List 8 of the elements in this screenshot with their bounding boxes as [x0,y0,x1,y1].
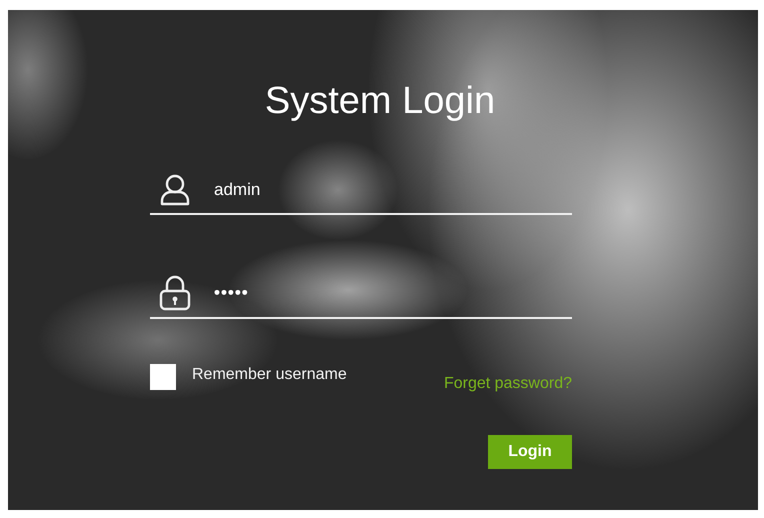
username-field[interactable]: admin [150,173,572,215]
password-field[interactable]: ••••• [150,275,572,319]
user-icon [158,173,192,207]
forgot-password-link[interactable]: Forget password? [444,375,572,393]
remember-label: Remember username [192,366,347,384]
lock-icon [158,275,192,311]
remember-checkbox[interactable] [150,364,176,390]
login-title: System Login [264,80,496,123]
